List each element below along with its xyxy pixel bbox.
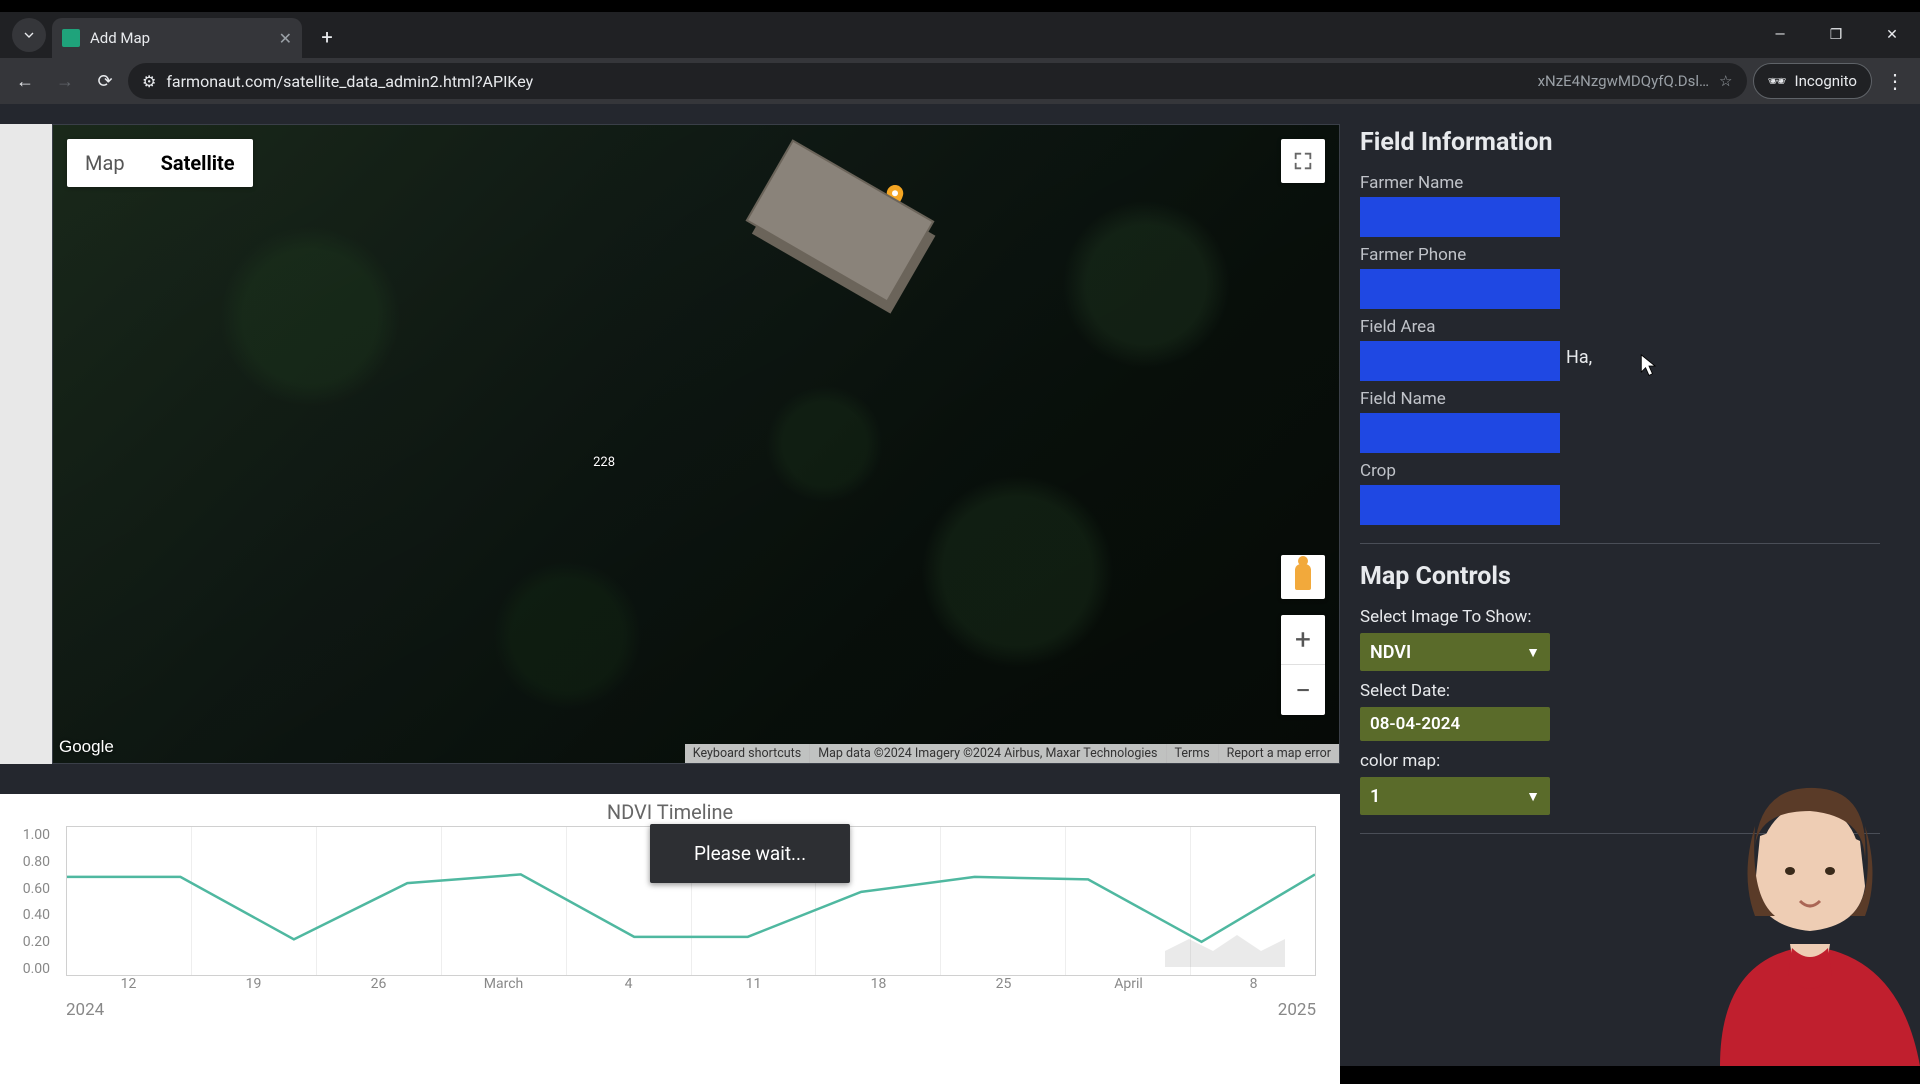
map-left-gutter [0, 124, 52, 764]
map-type-switch: Map Satellite [67, 139, 253, 187]
map-report-link[interactable]: Report a map error [1218, 744, 1339, 763]
xtick: April [1114, 976, 1143, 992]
farmer-name-value [1360, 197, 1560, 237]
streetview-pegman-button[interactable] [1281, 555, 1325, 599]
window-controls: — ❐ ✕ [1752, 12, 1920, 58]
map-pin-icon [886, 185, 904, 209]
xtick: 25 [996, 976, 1012, 992]
chart-title: NDVI Timeline [10, 794, 1330, 826]
chevron-down-icon: ▼ [1526, 644, 1540, 661]
xtick: 4 [625, 976, 633, 992]
reload-button[interactable]: ⟳ [88, 64, 122, 98]
ytick: 0.60 [10, 881, 50, 897]
farmer-name-label: Farmer Name [1360, 173, 1860, 193]
maptype-map-button[interactable]: Map [67, 139, 143, 187]
map-parcel-label: 228 [593, 455, 615, 470]
image-type-select[interactable]: NDVI ▼ [1360, 633, 1550, 671]
chart-y-axis: 1.00 0.80 0.60 0.40 0.20 0.00 [10, 827, 50, 977]
year-end: 2025 [1278, 1000, 1316, 1020]
crop-label: Crop [1360, 461, 1860, 481]
xtick: 11 [746, 976, 762, 992]
chart-year-axis: 2024 2025 [66, 1000, 1316, 1030]
field-area-label: Field Area [1360, 317, 1860, 337]
map-terms-link[interactable]: Terms [1166, 744, 1218, 763]
date-select[interactable]: 08-04-2024 [1360, 707, 1550, 741]
ytick: 0.40 [10, 907, 50, 923]
ndvi-chart-panel: NDVI Timeline 1.00 0.80 0.60 0.40 0.20 0… [0, 794, 1340, 1084]
tab-search-button[interactable] [12, 18, 46, 52]
map-attribution: Keyboard shortcuts Map data ©2024 Imager… [685, 744, 1339, 763]
incognito-icon: 🕶 [1768, 72, 1787, 90]
ytick: 0.00 [10, 961, 50, 977]
maptype-satellite-button[interactable]: Satellite [143, 139, 253, 187]
fullscreen-icon [1292, 150, 1314, 172]
field-area-unit: Ha, [1566, 347, 1592, 368]
ytick: 0.20 [10, 934, 50, 950]
map-data-attribution: Map data ©2024 Imagery ©2024 Airbus, Max… [809, 744, 1165, 763]
incognito-label: Incognito [1795, 72, 1857, 90]
zoom-in-button[interactable]: + [1281, 615, 1325, 665]
presenter-avatar [1660, 766, 1920, 1066]
xtick: 18 [871, 976, 887, 992]
chart-x-axis: 12 19 26 March 4 11 18 25 April 8 [66, 976, 1316, 1000]
pegman-icon [1295, 564, 1311, 590]
tab-close-button[interactable]: ✕ [279, 29, 292, 48]
farmer-phone-label: Farmer Phone [1360, 245, 1860, 265]
field-area-value [1360, 341, 1560, 381]
field-name-value [1360, 413, 1560, 453]
colormap-select[interactable]: 1 ▼ [1360, 777, 1550, 815]
satellite-map[interactable]: Map Satellite Amulet Estate 228 [52, 124, 1340, 764]
window-maximize-button[interactable]: ❐ [1808, 12, 1864, 58]
url-tail: xNzE4NzgwMDQyfQ.Dsl… [1538, 72, 1709, 90]
browser-tabstrip: Add Map ✕ + — ❐ ✕ [0, 12, 1920, 58]
date-value: 08-04-2024 [1370, 714, 1460, 734]
chevron-down-icon: ▼ [1526, 788, 1540, 805]
map-place-marker[interactable]: Amulet Estate [786, 185, 904, 209]
map-zoom-control: + − [1281, 615, 1325, 715]
bookmark-star-icon[interactable]: ☆ [1719, 72, 1732, 90]
google-logo: Google [59, 737, 114, 757]
xtick: March [484, 976, 524, 992]
map-fullscreen-button[interactable] [1281, 139, 1325, 183]
map-keyboard-shortcuts-link[interactable]: Keyboard shortcuts [685, 744, 809, 763]
tab-title: Add Map [90, 29, 150, 47]
select-image-label: Select Image To Show: [1360, 607, 1860, 627]
field-information-heading: Field Information [1360, 128, 1860, 157]
map-controls-heading: Map Controls [1360, 562, 1860, 591]
browser-tab[interactable]: Add Map ✕ [52, 18, 302, 58]
marker-label: Amulet Estate [786, 188, 880, 206]
xtick: 26 [371, 976, 387, 992]
browser-menu-button[interactable]: ⋮ [1878, 69, 1912, 93]
forward-button[interactable]: → [48, 64, 82, 98]
xtick: 8 [1250, 976, 1258, 992]
colormap-value: 1 [1370, 786, 1380, 807]
site-settings-icon[interactable]: ⚙ [142, 72, 156, 91]
xtick: 19 [246, 976, 262, 992]
window-close-button[interactable]: ✕ [1864, 12, 1920, 58]
ytick: 0.80 [10, 854, 50, 870]
sidebar-divider [1360, 543, 1880, 544]
xtick: 12 [121, 976, 137, 992]
select-date-label: Select Date: [1360, 681, 1860, 701]
loading-toast: Please wait... [650, 824, 850, 883]
year-start: 2024 [66, 1000, 104, 1020]
crop-value [1360, 485, 1560, 525]
favicon-icon [62, 29, 80, 47]
back-button[interactable]: ← [8, 64, 42, 98]
window-minimize-button[interactable]: — [1752, 12, 1808, 58]
incognito-indicator[interactable]: 🕶 Incognito [1753, 63, 1873, 99]
field-name-label: Field Name [1360, 389, 1860, 409]
new-tab-button[interactable]: + [312, 22, 342, 52]
address-bar[interactable]: ⚙ farmonaut.com/satellite_data_admin2.ht… [128, 63, 1747, 99]
farmer-phone-value [1360, 269, 1560, 309]
browser-toolbar: ← → ⟳ ⚙ farmonaut.com/satellite_data_adm… [0, 58, 1920, 104]
zoom-out-button[interactable]: − [1281, 665, 1325, 715]
ytick: 1.00 [10, 827, 50, 843]
image-type-value: NDVI [1370, 642, 1411, 663]
url-text: farmonaut.com/satellite_data_admin2.html… [166, 72, 533, 91]
